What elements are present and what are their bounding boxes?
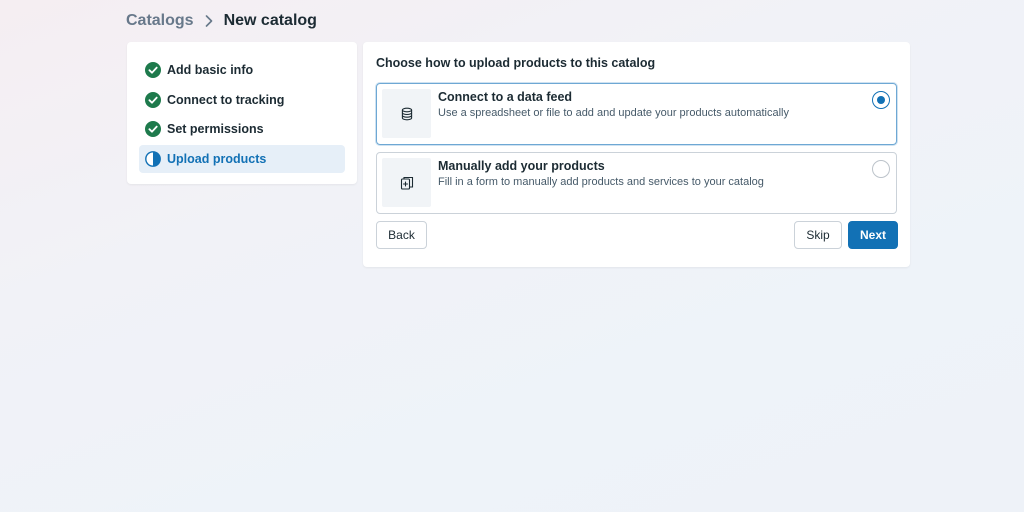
database-icon [382,89,431,138]
next-button[interactable]: Next [848,221,898,249]
option-title: Connect to a data feed [438,90,573,104]
step-connect-to-tracking[interactable]: Connect to tracking [139,86,345,114]
back-button[interactable]: Back [376,221,427,249]
check-circle-icon [145,62,161,78]
option-description: Fill in a form to manually add products … [438,176,764,188]
page-title: New catalog [223,12,317,29]
skip-button[interactable]: Skip [794,221,842,249]
option-description: Use a spreadsheet or file to add and upd… [438,107,789,119]
step-label: Connect to tracking [167,92,285,107]
add-product-icon [382,158,431,207]
data-feed-radio[interactable] [872,91,890,109]
step-upload-products[interactable]: Upload products [139,145,345,174]
chevron-right-icon [203,11,215,31]
step-label: Add basic info [167,63,254,77]
option-title: Manually add your products [438,159,605,173]
manual-add-radio[interactable] [872,160,890,178]
half-circle-icon [145,151,161,167]
panel-title: Choose how to upload products to this ca… [376,56,656,70]
step-label: Set permissions [167,122,264,137]
check-circle-icon [145,121,161,138]
step-label: Upload products [167,152,267,167]
breadcrumb-catalogs-link[interactable]: Catalogs [126,11,194,31]
step-add-basic-info[interactable]: Add basic info [139,56,345,84]
option-data-feed[interactable]: Connect to a data feed Use a spreadsheet… [376,83,897,145]
progress-steps-panel: Add basic info Connect to tracking Set p… [127,42,357,184]
check-circle-icon [145,91,161,108]
breadcrumb: Catalogs New catalog [126,11,317,31]
upload-method-panel: Choose how to upload products to this ca… [363,42,910,267]
option-manual-add[interactable]: Manually add your products Fill in a for… [376,152,897,214]
action-bar: Back Skip Next [376,221,898,249]
step-set-permissions[interactable]: Set permissions [139,115,345,143]
